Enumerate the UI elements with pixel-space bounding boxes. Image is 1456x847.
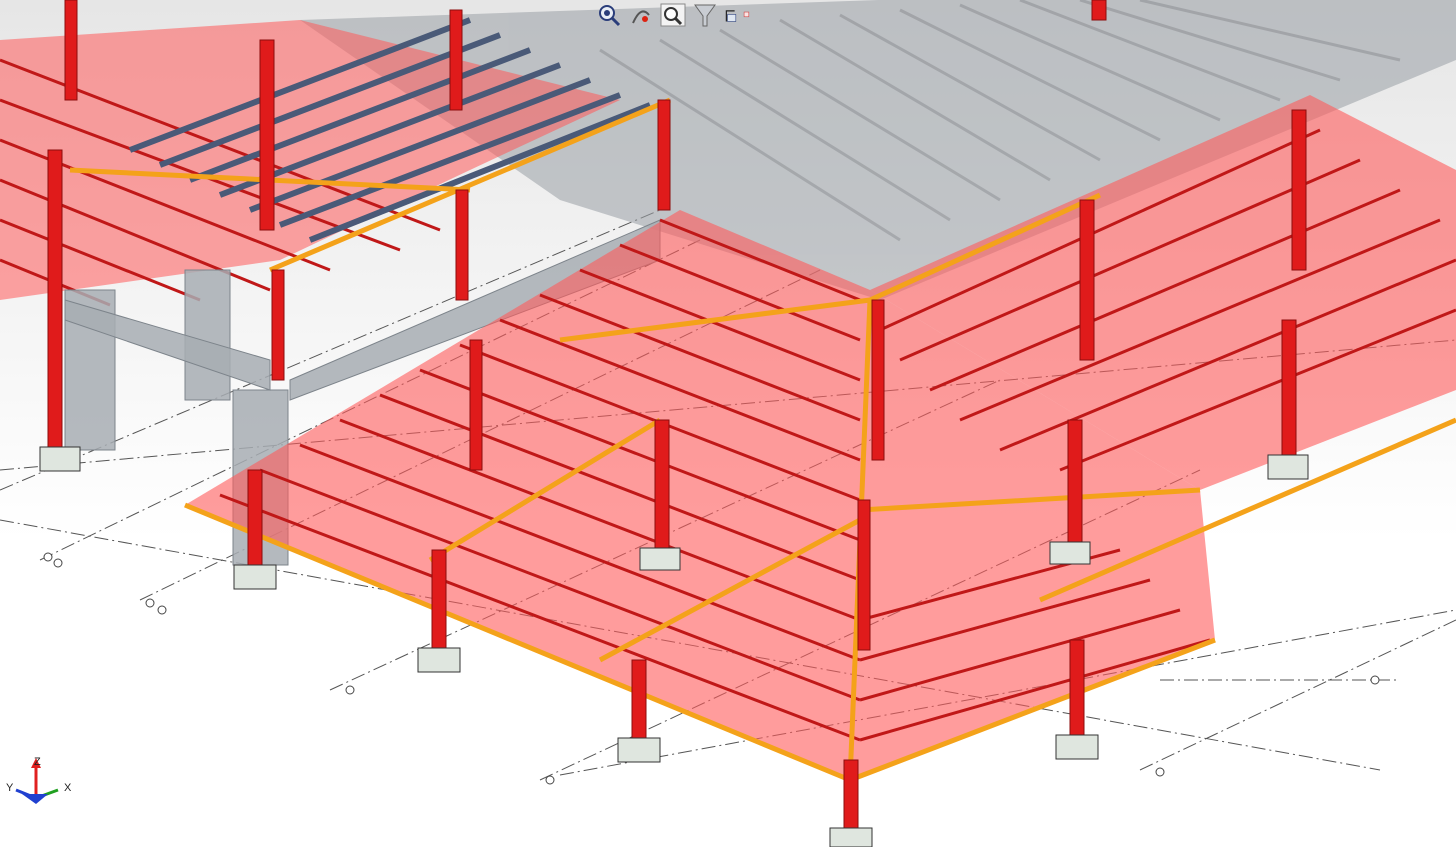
zoom-extents-icon[interactable]	[596, 2, 622, 28]
view-toolbar	[596, 0, 750, 30]
axis-triad: Z X Y	[4, 756, 74, 812]
structural-model	[0, 0, 1456, 847]
3d-model-viewport[interactable]: Z X Y	[0, 0, 1456, 847]
filter-icon[interactable]	[692, 2, 718, 28]
y-axis-label: Y	[6, 782, 14, 794]
z-axis-label: Z	[34, 756, 41, 768]
view-cube-icon[interactable]	[724, 2, 750, 28]
zoom-icon[interactable]	[660, 2, 686, 28]
pan-icon[interactable]	[628, 2, 654, 28]
x-axis-label: X	[64, 782, 72, 794]
